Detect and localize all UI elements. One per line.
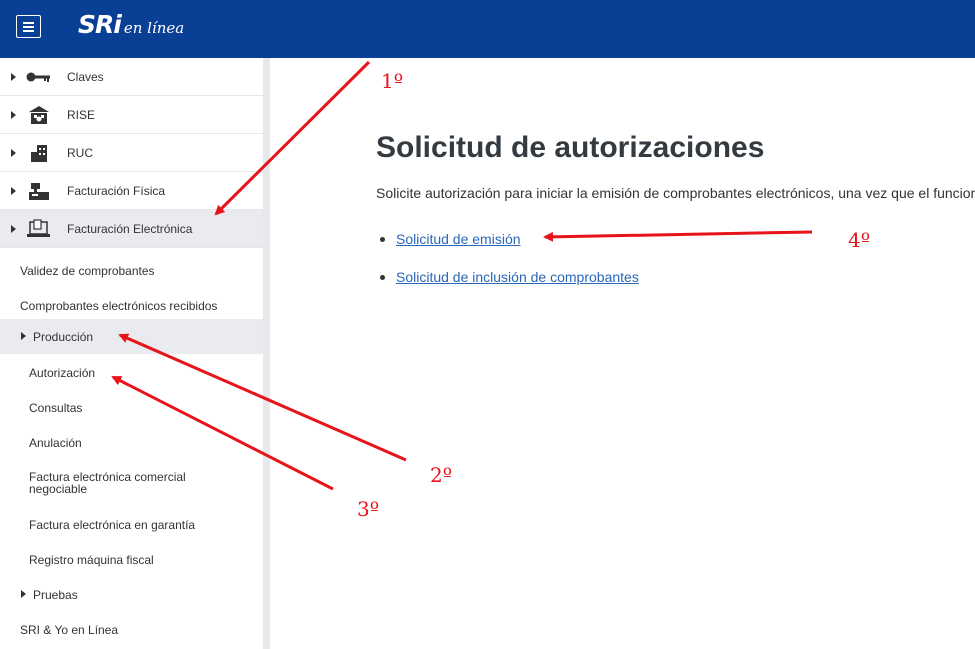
sidebar-section-facturacion-fisica[interactable]: Facturación Física xyxy=(0,172,263,210)
logo-sub-text: en línea xyxy=(123,19,185,37)
list-item: Solicitud de emisión xyxy=(380,231,521,247)
laptop-invoice-icon xyxy=(26,218,52,240)
sidebar-section-claves[interactable]: Claves xyxy=(0,58,263,96)
list-item: Solicitud de inclusión de comprobantes xyxy=(380,269,639,285)
cash-register-icon xyxy=(26,180,52,202)
sidebar-menu: Claves RISE RUC Facturación Física Factu… xyxy=(0,58,263,649)
annotation-step1: 1º xyxy=(381,69,404,93)
solicitud-emision-link[interactable]: Solicitud de emisión xyxy=(396,231,521,247)
sidebar-item-label: Producción xyxy=(33,330,94,344)
office-icon xyxy=(26,142,52,164)
page-title: Solicitud de autorizaciones xyxy=(376,131,765,164)
sidebar-item-autorizacion[interactable]: Autorización xyxy=(0,366,263,388)
top-bar: SRi en línea xyxy=(0,0,975,58)
building-icon xyxy=(26,104,52,126)
sidebar-item-pruebas[interactable]: Pruebas xyxy=(0,588,263,610)
sidebar-item-label: Anulación xyxy=(29,436,82,450)
sidebar-section-label: Facturación Electrónica xyxy=(67,221,193,236)
sidebar-item-label: Consultas xyxy=(29,401,83,415)
arrow-step4 xyxy=(543,230,813,242)
logo-main-text: SRi xyxy=(78,10,122,39)
caret-right-icon xyxy=(11,148,16,157)
solicitud-inclusion-link[interactable]: Solicitud de inclusión de comprobantes xyxy=(396,269,639,285)
sidebar-item-anulacion[interactable]: Anulación xyxy=(0,436,263,458)
sidebar-scrollbar[interactable] xyxy=(263,58,270,649)
sidebar-item-factura-garantia[interactable]: Factura electrónica en garantía xyxy=(0,518,263,540)
bullet-icon xyxy=(380,236,385,242)
sri-logo[interactable]: SRi en línea xyxy=(78,10,184,39)
sidebar-item-label: Autorización xyxy=(29,366,96,380)
caret-right-icon xyxy=(11,110,16,119)
caret-right-icon xyxy=(11,224,16,233)
sidebar-item-sri-yo-en-linea[interactable]: SRI & Yo en Línea xyxy=(0,623,263,645)
sidebar-item-comprobantes-recibidos[interactable]: Comprobantes electrónicos recibidos xyxy=(0,296,263,318)
caret-right-icon xyxy=(21,332,26,340)
sidebar-item-label: Validez de comprobantes xyxy=(20,264,155,278)
sidebar-section-label: RISE xyxy=(67,107,96,122)
sidebar-section-label: RUC xyxy=(67,145,93,160)
sidebar-section-label: Claves xyxy=(67,69,104,84)
page-description: Solicite autorización para iniciar la em… xyxy=(376,185,975,201)
sidebar-item-consultas[interactable]: Consultas xyxy=(0,401,263,423)
sidebar-item-label: Factura electrónica en garantía xyxy=(29,518,196,532)
sidebar-item-label: Registro máquina fiscal xyxy=(29,553,154,567)
sidebar-section-rise[interactable]: RISE xyxy=(0,96,263,134)
caret-right-icon xyxy=(21,590,26,598)
annotation-step4: 4º xyxy=(848,228,871,252)
annotation-step2: 2º xyxy=(430,463,453,487)
sidebar-item-validez-comprobantes[interactable]: Validez de comprobantes xyxy=(0,261,263,283)
annotation-step3: 3º xyxy=(357,497,380,521)
sidebar-section-ruc[interactable]: RUC xyxy=(0,134,263,172)
sidebar-section-facturacion-electronica[interactable]: Facturación Electrónica xyxy=(0,210,263,248)
caret-right-icon xyxy=(11,72,16,81)
caret-right-icon xyxy=(11,186,16,195)
sidebar-item-label: Factura electrónica comercial negociable xyxy=(29,470,186,496)
sidebar-section-label: Facturación Física xyxy=(67,183,166,198)
key-icon xyxy=(26,66,52,88)
sidebar-item-label: Pruebas xyxy=(33,588,78,602)
sidebar-item-label: SRI & Yo en Línea xyxy=(20,623,119,637)
sidebar-item-registro-maquina-fiscal[interactable]: Registro máquina fiscal xyxy=(0,553,263,575)
hamburger-menu-button[interactable] xyxy=(16,15,41,38)
sidebar-item-factura-comercial-negociable[interactable]: Factura electrónica comercial negociable xyxy=(0,471,263,501)
sidebar-item-label: Comprobantes electrónicos recibidos xyxy=(20,299,218,313)
bullet-icon xyxy=(380,274,385,280)
sidebar-item-produccion[interactable]: Producción xyxy=(0,319,263,354)
